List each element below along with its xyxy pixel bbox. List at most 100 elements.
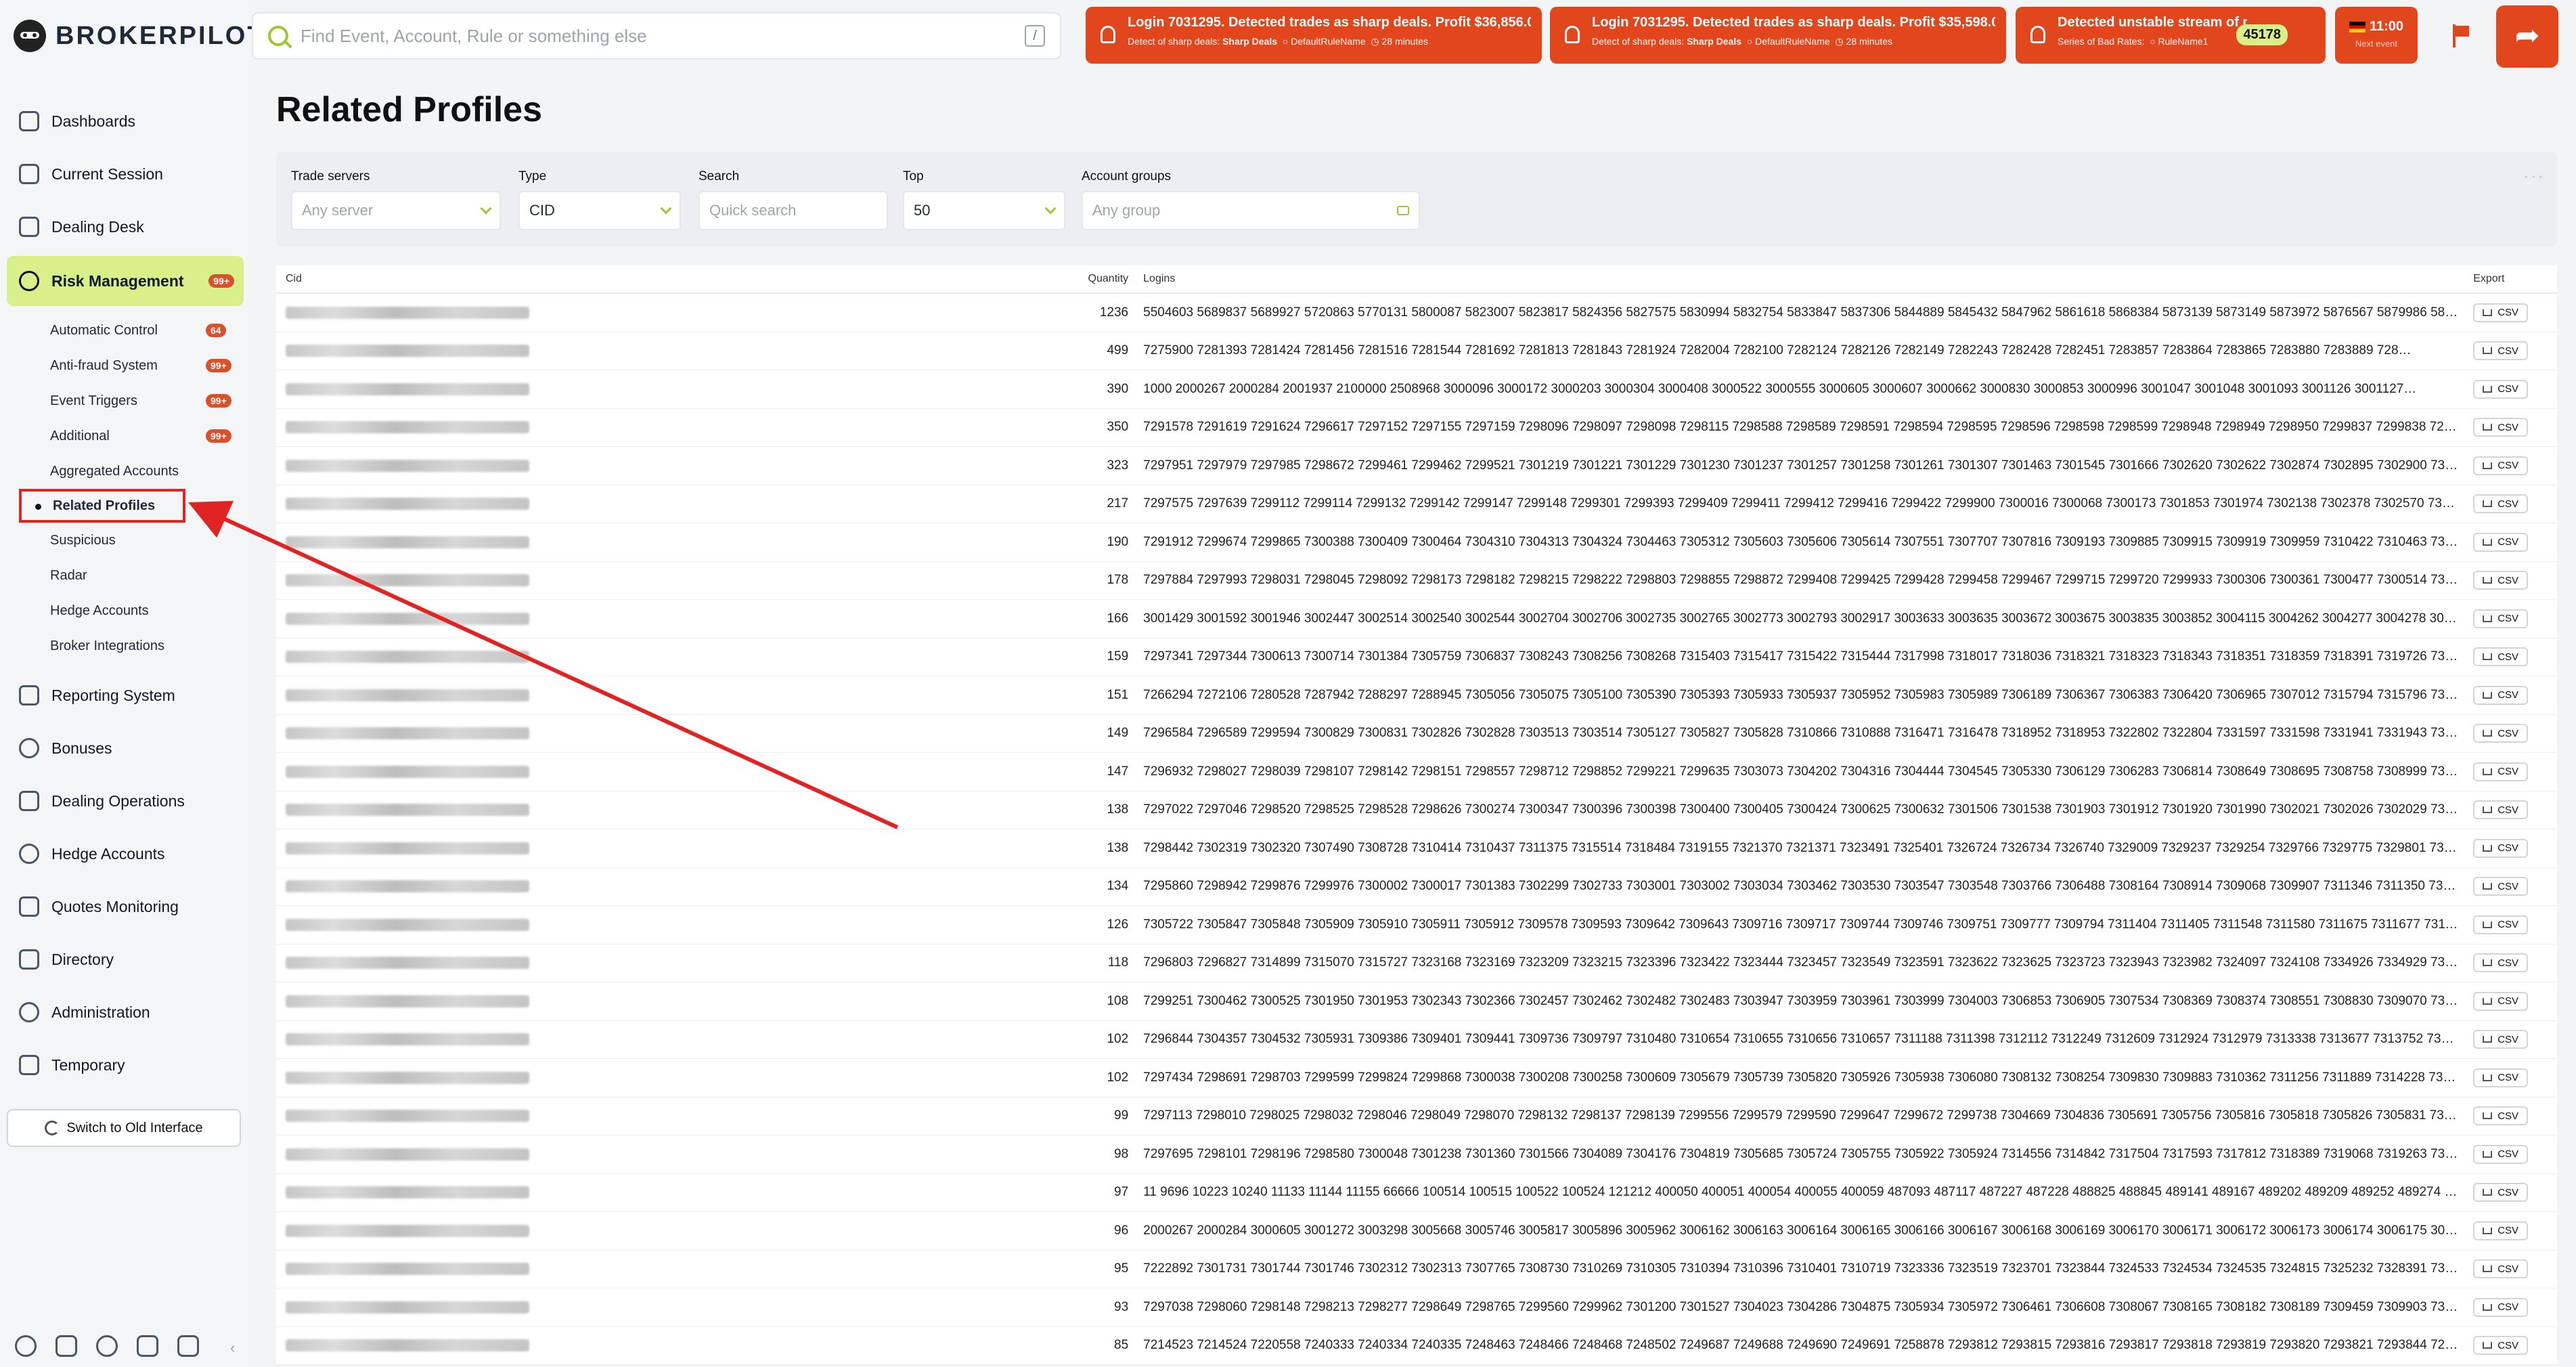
table-row[interactable]: 323 7297951 7297979 7297985 7298672 72994…	[276, 447, 2557, 485]
export-csv-button[interactable]: CSV	[2473, 609, 2529, 628]
collapse-sidebar-icon[interactable]: ‹	[230, 1339, 235, 1357]
table-row[interactable]: 95 7222892 7301731 7301744 7301746 730231…	[276, 1251, 2557, 1288]
table-row[interactable]: 390 1000 2000267 2000284 2001937 2100000 …	[276, 370, 2557, 409]
logout-icon[interactable]	[177, 1335, 199, 1357]
table-row[interactable]: 118 7296803 7296827 7314899 7315070 73157…	[276, 945, 2557, 982]
export-csv-button[interactable]: CSV	[2473, 1030, 2529, 1049]
table-row[interactable]: 96 2000267 2000284 3000605 3001272 300329…	[276, 1212, 2557, 1251]
sub-item-anti-fraud-system[interactable]: Anti-fraud System 99+	[7, 348, 244, 383]
table-row[interactable]: 98 7297695 7298101 7298196 7298580 730004…	[276, 1135, 2557, 1174]
table-row[interactable]: 499 7275900 7281393 7281424 7281456 72815…	[276, 332, 2557, 370]
table-row[interactable]: 126 7305722 7305847 7305848 7305909 73059…	[276, 906, 2557, 945]
settings-icon[interactable]	[15, 1335, 37, 1357]
table-row[interactable]: 99 7297113 7298010 7298025 7298032 729804…	[276, 1098, 2557, 1135]
nav-item-dealing-operations[interactable]: Dealing Operations	[7, 775, 244, 827]
table-row[interactable]: 159 7297341 7297344 7300613 7300714 73013…	[276, 638, 2557, 676]
alert-notification[interactable]: Detected unstable stream of ne Series of…	[2016, 7, 2326, 64]
export-csv-button[interactable]: CSV	[2473, 953, 2529, 973]
table-row[interactable]: 138 7298442 7302319 7302320 7307490 73087…	[276, 829, 2557, 868]
export-csv-button[interactable]: CSV	[2473, 838, 2529, 858]
nav-item-administration[interactable]: Administration	[7, 986, 244, 1039]
export-csv-button[interactable]: CSV	[2473, 303, 2529, 322]
alert-notification[interactable]: Login 7031295. Detected trades as sharp …	[1086, 7, 1542, 64]
export-csv-button[interactable]: CSV	[2473, 418, 2529, 437]
sub-item-radar[interactable]: Radar	[7, 558, 244, 593]
moon-icon[interactable]	[96, 1335, 118, 1357]
export-csv-button[interactable]: CSV	[2473, 991, 2529, 1011]
column-header-quantity[interactable]: Quantity	[854, 273, 1136, 285]
monitor-icon[interactable]	[55, 1335, 77, 1357]
sub-item-related-profiles[interactable]: Related Profiles	[19, 489, 185, 523]
export-csv-button[interactable]: CSV	[2473, 800, 2529, 820]
export-csv-button[interactable]: CSV	[2473, 685, 2529, 705]
trade-servers-select[interactable]: Any server	[291, 191, 501, 230]
table-row[interactable]: 102 7296844 7304357 7304532 7305931 73093…	[276, 1021, 2557, 1059]
table-row[interactable]: 97 11 9696 10223 10240 11133 11144 11155 …	[276, 1174, 2557, 1212]
column-header-logins[interactable]: Logins	[1136, 273, 2458, 285]
table-row[interactable]: 190 7291912 7299674 7299865 7300388 73004…	[276, 523, 2557, 562]
export-csv-button[interactable]: CSV	[2473, 1336, 2529, 1355]
export-csv-button[interactable]: CSV	[2473, 1144, 2529, 1164]
sound-icon[interactable]	[137, 1335, 158, 1357]
export-csv-button[interactable]: CSV	[2473, 1106, 2529, 1126]
export-csv-button[interactable]: CSV	[2473, 1183, 2529, 1202]
export-csv-button[interactable]: CSV	[2473, 724, 2529, 743]
switch-old-interface-button[interactable]: Switch to Old Interface	[7, 1109, 241, 1147]
export-csv-button[interactable]: CSV	[2473, 532, 2529, 552]
table-row[interactable]: 149 7296584 7296589 7299594 7300829 73008…	[276, 715, 2557, 753]
nav-item-dashboards[interactable]: Dashboards	[7, 95, 244, 148]
export-csv-button[interactable]: CSV	[2473, 456, 2529, 475]
export-csv-button[interactable]: CSV	[2473, 494, 2529, 514]
sub-item-automatic-control[interactable]: Automatic Control 64	[7, 313, 244, 348]
export-csv-button[interactable]: CSV	[2473, 877, 2529, 896]
sub-item-additional[interactable]: Additional 99+	[7, 418, 244, 454]
table-row[interactable]: 138 7297022 7297046 7298520 7298525 72985…	[276, 791, 2557, 829]
flag-icon[interactable]	[2450, 24, 2470, 47]
quick-search-input[interactable]: Quick search	[698, 191, 888, 230]
sub-item-broker-integrations[interactable]: Broker Integrations	[7, 628, 244, 664]
export-csv-button[interactable]: CSV	[2473, 341, 2529, 361]
nav-item-current-session[interactable]: Current Session	[7, 148, 244, 200]
type-select[interactable]: CID	[518, 191, 681, 230]
event-clock[interactable]: 11:00 Next event	[2335, 7, 2418, 64]
nav-item-hedge-accounts[interactable]: Hedge Accounts	[7, 827, 244, 880]
nav-item-bonuses[interactable]: Bonuses	[7, 722, 244, 775]
table-row[interactable]: 108 7299251 7300462 7300525 7301950 73019…	[276, 982, 2557, 1021]
export-csv-button[interactable]: CSV	[2473, 379, 2529, 399]
table-row[interactable]: 151 7266294 7272106 7280528 7287942 72882…	[276, 676, 2557, 715]
sub-item-hedge-accounts[interactable]: Hedge Accounts	[7, 593, 244, 628]
nav-item-dealing-desk[interactable]: Dealing Desk	[7, 200, 244, 253]
table-row[interactable]: 166 3001429 3001592 3001946 3002447 30025…	[276, 600, 2557, 638]
alert-notification[interactable]: Login 7031295. Detected trades as sharp …	[1550, 7, 2006, 64]
column-header-cid[interactable]: Cid	[276, 273, 854, 285]
table-row[interactable]: 147 7296932 7298027 7298039 7298107 72981…	[276, 753, 2557, 791]
account-groups-select[interactable]: Any group	[1082, 191, 1420, 230]
export-csv-button[interactable]: CSV	[2473, 647, 2529, 667]
table-row[interactable]: 93 7297038 7298060 7298148 7298213 729827…	[276, 1288, 2557, 1327]
top-select[interactable]: 50	[903, 191, 1065, 230]
table-row[interactable]: 85 7214523 7214524 7220558 7240333 724033…	[276, 1327, 2557, 1365]
table-row[interactable]: 1236 5504603 5689837 5689927 5720863 5770…	[276, 294, 2557, 332]
export-csv-button[interactable]: CSV	[2473, 762, 2529, 781]
nav-item-temporary[interactable]: Temporary	[7, 1039, 244, 1091]
brand-logo[interactable]: BROKERPILOT	[14, 19, 265, 53]
export-csv-button[interactable]: CSV	[2473, 1221, 2529, 1240]
sub-item-event-triggers[interactable]: Event Triggers 99+	[7, 383, 244, 418]
table-row[interactable]: 102 7297434 7298691 7298703 7299599 72998…	[276, 1059, 2557, 1098]
export-csv-button[interactable]: CSV	[2473, 571, 2529, 590]
table-row[interactable]: 350 7291578 7291619 7291624 7296617 72971…	[276, 409, 2557, 447]
export-csv-button[interactable]: CSV	[2473, 1259, 2529, 1279]
table-row[interactable]: 217 7297575 7297639 7299112 7299114 72991…	[276, 485, 2557, 523]
nav-item-directory[interactable]: Directory	[7, 933, 244, 986]
export-csv-button[interactable]: CSV	[2473, 915, 2529, 934]
rocket-icon[interactable]: ➦	[2496, 5, 2558, 68]
nav-item-reporting-system[interactable]: Reporting System	[7, 669, 244, 722]
nav-item-quotes-monitoring[interactable]: Quotes Monitoring	[7, 880, 244, 933]
table-row[interactable]: 178 7297884 7297993 7298031 7298045 72980…	[276, 562, 2557, 600]
nav-item-risk-management[interactable]: Risk Management 99+	[7, 256, 244, 306]
sub-item-suspicious[interactable]: Suspicious	[7, 523, 244, 558]
more-options-icon[interactable]: ···	[2523, 165, 2545, 186]
export-csv-button[interactable]: CSV	[2473, 1297, 2529, 1317]
global-search[interactable]: /	[252, 12, 1061, 60]
sub-item-aggregated-accounts[interactable]: Aggregated Accounts	[7, 454, 244, 489]
